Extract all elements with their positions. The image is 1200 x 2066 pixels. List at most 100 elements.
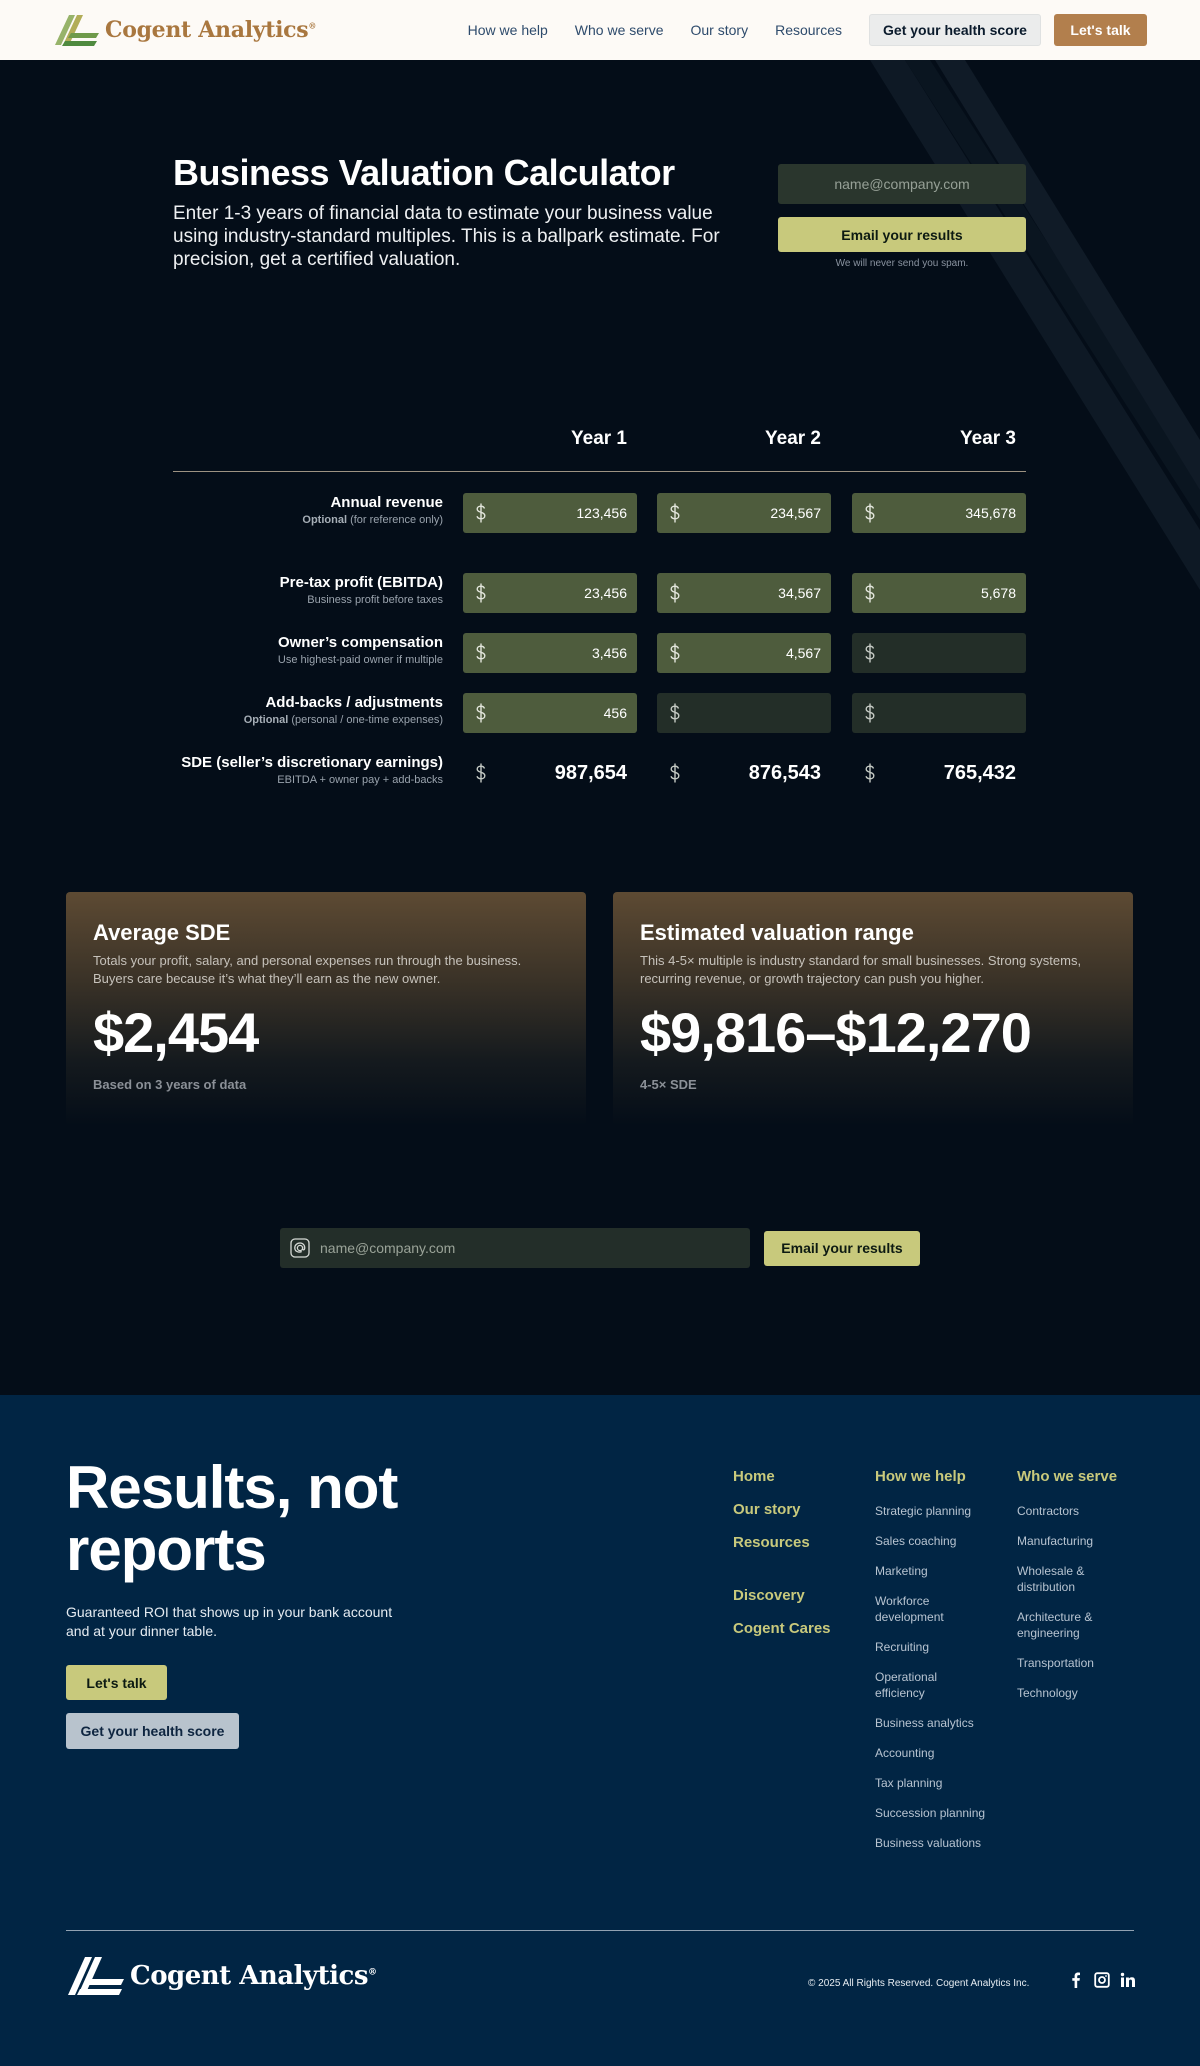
add-backs-year-1-input[interactable]: 456: [463, 693, 637, 733]
footer-link[interactable]: Accounting: [875, 1745, 1015, 1761]
sde-year-3-value: 765,432: [852, 753, 1026, 793]
footer-link[interactable]: Architecture & engineering: [1017, 1609, 1127, 1641]
lets-talk-button[interactable]: Let's talk: [1054, 14, 1147, 46]
ebitda-year-1-input[interactable]: 23,456: [463, 573, 637, 613]
average-sde-value: $2,454: [93, 1001, 259, 1064]
footer-link[interactable]: Marketing: [875, 1563, 1015, 1579]
email-results-button-bottom[interactable]: Email your results: [764, 1230, 920, 1266]
footer-link[interactable]: Sales coaching: [875, 1533, 1015, 1549]
footer-logo[interactable]: Cogent Analytics®: [66, 1955, 377, 1997]
card-footnote: 4-5× SDE: [640, 1077, 697, 1092]
registered-mark: ®: [367, 1967, 377, 1978]
revenue-year-1-input[interactable]: 123,456: [463, 493, 637, 533]
year-1-header: Year 1: [571, 428, 627, 449]
dollar-icon: [670, 503, 680, 523]
year-2-header: Year 2: [765, 428, 821, 449]
footer-col-how-we-help: How we help Strategic planning Sales coa…: [875, 1467, 1015, 1851]
calculator-section: Business Valuation Calculator Enter 1-3 …: [0, 60, 1200, 1395]
footer-link[interactable]: Technology: [1017, 1685, 1127, 1701]
add-backs-year-2-input[interactable]: [657, 693, 831, 733]
owner-comp-year-2-input[interactable]: 4,567: [657, 633, 831, 673]
row-label-owner-comp: Owner’s compensation Use highest-paid ow…: [277, 634, 443, 666]
page-subtitle: Enter 1-3 years of financial data to est…: [173, 203, 720, 270]
row-label-ebitda: Pre-tax profit (EBITDA) Business profit …: [279, 574, 443, 606]
dollar-icon: [865, 503, 875, 523]
dollar-icon: [670, 763, 680, 783]
linkedin-icon[interactable]: [1120, 1972, 1136, 1988]
valuation-range-card: Estimated valuation range This 4-5× mult…: [613, 892, 1133, 1126]
card-title: Estimated valuation range: [640, 920, 914, 945]
nav-how-we-help[interactable]: How we help: [468, 22, 548, 38]
owner-comp-year-1-input[interactable]: 3,456: [463, 633, 637, 673]
copyright: © 2025 All Rights Reserved. Cogent Analy…: [808, 1978, 1030, 1989]
email-form-bottom: name@company.com Email your results: [280, 1228, 920, 1268]
revenue-year-3-input[interactable]: 345,678: [852, 493, 1026, 533]
year-3-header: Year 3: [960, 428, 1016, 449]
logo-mark-icon: [55, 15, 99, 46]
email-results-button-top[interactable]: Email your results: [778, 217, 1026, 252]
footer-lets-talk-button[interactable]: Let's talk: [66, 1665, 167, 1700]
ebitda-year-2-input[interactable]: 34,567: [657, 573, 831, 613]
logo[interactable]: Cogent Analytics®: [53, 13, 316, 47]
card-description: This 4-5× multiple is industry standard …: [640, 953, 1082, 986]
footer-link[interactable]: Transportation: [1017, 1655, 1127, 1671]
footer-link[interactable]: Operational efficiency: [875, 1669, 965, 1701]
card-footnote: Based on 3 years of data: [93, 1077, 247, 1092]
footer-health-score-button[interactable]: Get your health score: [66, 1713, 239, 1749]
dollar-icon: [670, 643, 680, 663]
nav-our-story[interactable]: Our story: [691, 22, 749, 38]
email-input-top[interactable]: name@company.com: [778, 164, 1026, 204]
footer-link-cogent-cares[interactable]: Cogent Cares: [733, 1619, 831, 1638]
footer-link-discovery[interactable]: Discovery: [733, 1586, 831, 1605]
add-backs-year-3-input[interactable]: [852, 693, 1026, 733]
page-title: Business Valuation Calculator: [173, 152, 675, 193]
dollar-icon: [670, 703, 680, 723]
email-placeholder: name@company.com: [320, 1240, 456, 1256]
footer-link[interactable]: Recruiting: [875, 1639, 1015, 1655]
footer-logo-text: Cogent Analytics: [130, 1961, 368, 1991]
card-title: Average SDE: [93, 920, 231, 945]
facebook-icon[interactable]: [1068, 1972, 1084, 1988]
dollar-icon: [476, 643, 486, 663]
average-sde-card: Average SDE Totals your profit, salary, …: [66, 892, 586, 1126]
dollar-icon: [865, 583, 875, 603]
owner-comp-year-3-input[interactable]: [852, 633, 1026, 673]
footer-tagline: Results, not reports: [66, 1454, 398, 1583]
nav-resources[interactable]: Resources: [775, 22, 842, 38]
footer-link[interactable]: Business valuations: [875, 1835, 1015, 1851]
dollar-icon: [476, 763, 486, 783]
footer-link[interactable]: Contractors: [1017, 1503, 1127, 1519]
card-description: Totals your profit, salary, and personal…: [93, 953, 522, 986]
revenue-year-2-input[interactable]: 234,567: [657, 493, 831, 533]
social-links: [1068, 1972, 1136, 1988]
logo-mark-icon: [68, 1957, 124, 1995]
health-score-button[interactable]: Get your health score: [869, 14, 1041, 46]
footer-link[interactable]: Wholesale & distribution: [1017, 1563, 1127, 1595]
nav-who-we-serve[interactable]: Who we serve: [575, 22, 664, 38]
table-divider: [173, 471, 1026, 472]
dollar-icon: [670, 583, 680, 603]
spam-note: We will never send you spam.: [835, 258, 969, 269]
footer-col-who-we-serve: Who we serve Contractors Manufacturing W…: [1017, 1467, 1127, 1701]
email-form-top: name@company.com Email your results We w…: [778, 164, 1026, 269]
footer-link[interactable]: Strategic planning: [875, 1503, 1015, 1519]
footer-link[interactable]: Manufacturing: [1017, 1533, 1127, 1549]
footer-link-home[interactable]: Home: [733, 1467, 831, 1486]
footer-link[interactable]: Business analytics: [875, 1715, 1015, 1731]
logo-text: Cogent Analytics: [105, 17, 309, 43]
footer-main-links: Home Our story Resources Discovery Cogen…: [733, 1467, 831, 1638]
footer-link-resources[interactable]: Resources: [733, 1533, 831, 1552]
footer-link-our-story[interactable]: Our story: [733, 1500, 831, 1519]
footer-link[interactable]: Succession planning: [875, 1805, 1015, 1821]
ebitda-year-3-input[interactable]: 5,678: [852, 573, 1026, 613]
footer-divider: [66, 1930, 1134, 1931]
footer-link[interactable]: Workforce development: [875, 1593, 965, 1625]
instagram-icon[interactable]: [1094, 1972, 1110, 1988]
main-nav: How we help Who we serve Our story Resou…: [468, 22, 842, 38]
footer-col-title: Who we serve: [1017, 1468, 1118, 1485]
dollar-icon: [865, 643, 875, 663]
email-input-bottom[interactable]: name@company.com: [280, 1228, 750, 1268]
valuation-range-value: $9,816–$12,270: [640, 1001, 1032, 1064]
footer-description: Guaranteed ROI that shows up in your ban…: [66, 1604, 393, 1639]
footer-link[interactable]: Tax planning: [875, 1775, 1015, 1791]
